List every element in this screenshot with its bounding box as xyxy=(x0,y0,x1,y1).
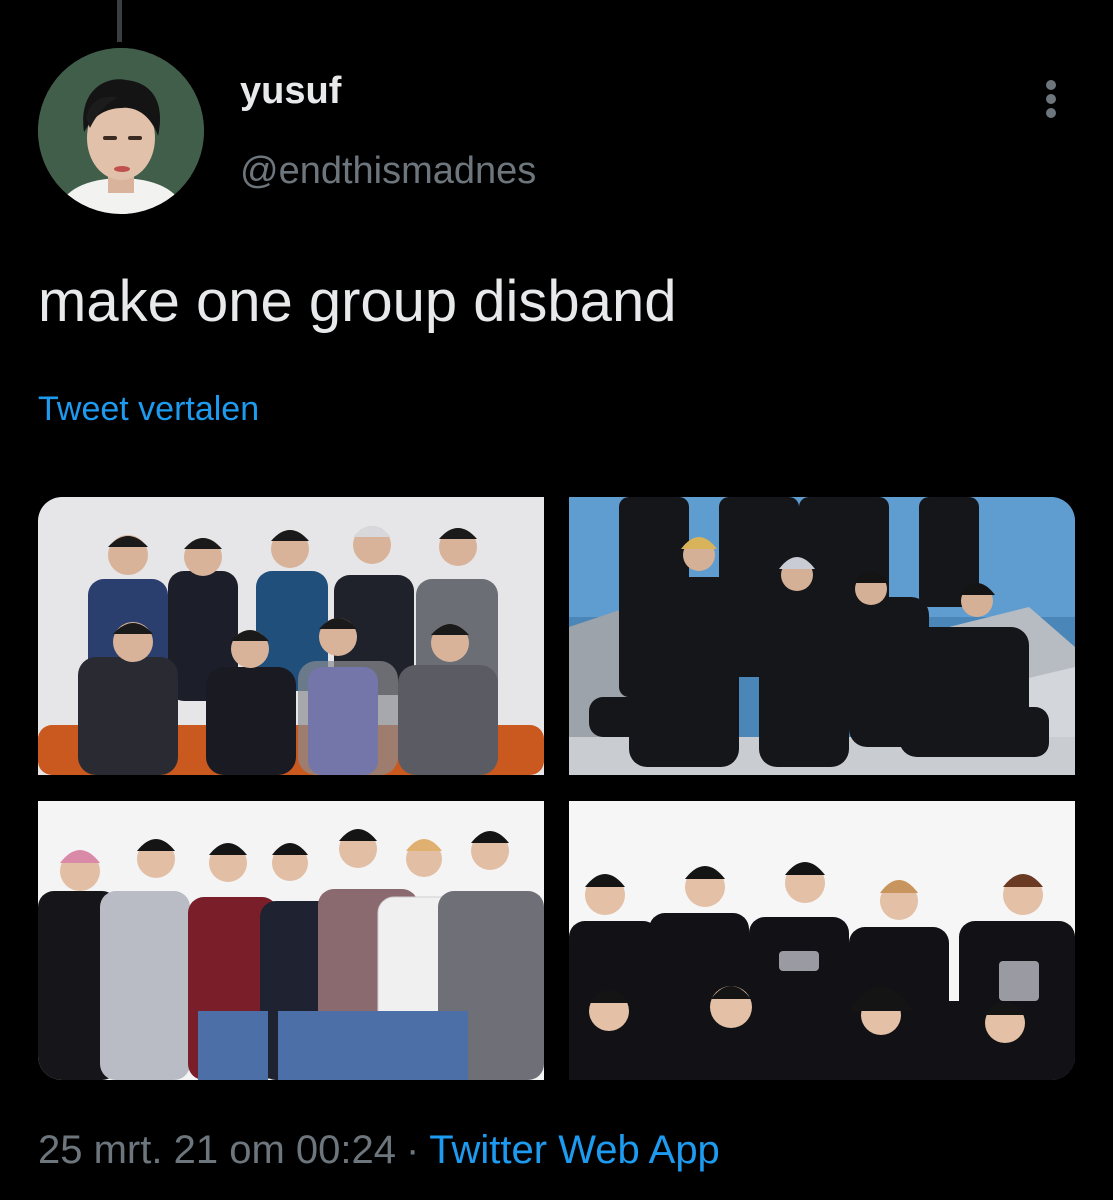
media-grid xyxy=(38,497,1075,1080)
avatar[interactable] xyxy=(38,48,204,214)
tweet-text: make one group disband xyxy=(38,269,677,334)
media-photo-3[interactable] xyxy=(38,801,544,1080)
tweet-meta: 25 mrt. 21 om 00:24 · Twitter Web App xyxy=(38,1130,720,1170)
meta-separator: · xyxy=(405,1128,420,1172)
more-dot xyxy=(1046,94,1056,104)
media-photo-4[interactable] xyxy=(569,801,1075,1080)
user-handle[interactable]: @endthismadnes xyxy=(240,152,536,190)
thread-connector-line xyxy=(117,0,122,42)
more-vertical-icon[interactable] xyxy=(1038,80,1064,120)
translate-tweet-link[interactable]: Tweet vertalen xyxy=(38,392,259,426)
more-dot xyxy=(1046,80,1056,90)
display-name[interactable]: yusuf xyxy=(240,72,341,110)
tweet-timestamp[interactable]: 25 mrt. 21 om 00:24 xyxy=(38,1128,396,1172)
media-photo-2[interactable] xyxy=(569,497,1075,775)
media-photo-1[interactable] xyxy=(38,497,544,775)
more-dot xyxy=(1046,108,1056,118)
tweet-source-link[interactable]: Twitter Web App xyxy=(429,1128,720,1172)
